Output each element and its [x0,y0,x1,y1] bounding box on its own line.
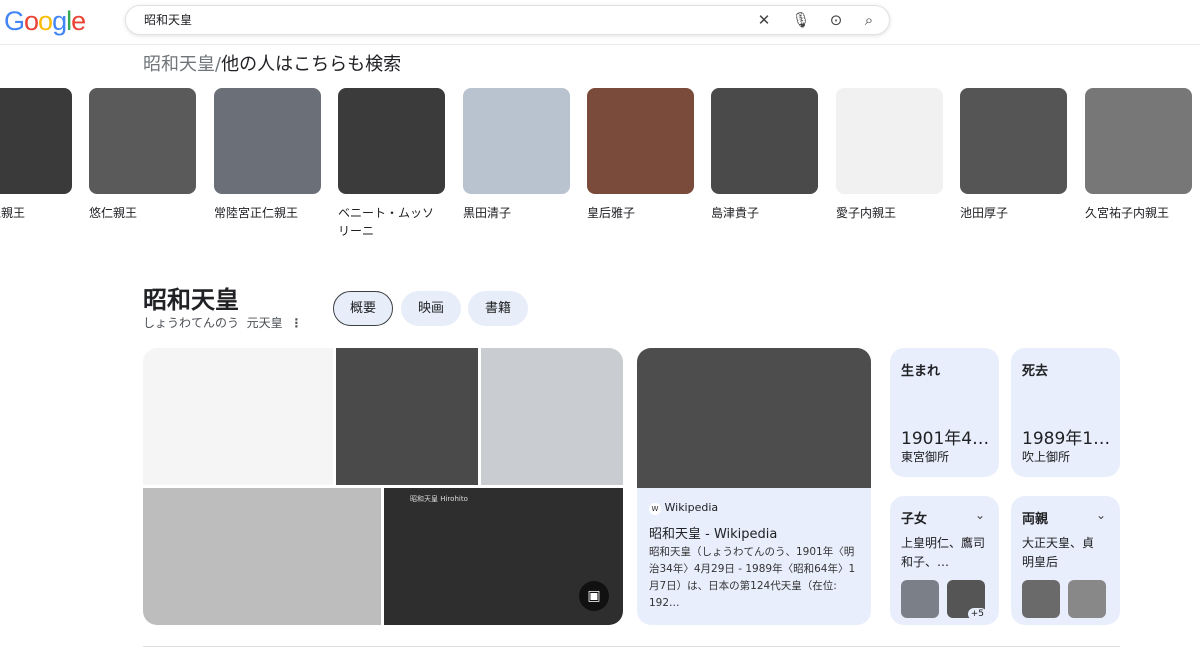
wiki-source: W Wikipedia [649,501,718,515]
person-name: 皇后雅子 [587,206,636,220]
children-label: 子女 [901,512,928,527]
died-label: 死去 [1022,364,1049,379]
tab-overview[interactable]: 概要 [333,291,393,326]
more-count-badge: +5 [967,608,987,620]
header: Google ✕ 🎙 ⊙ ⌕ [0,0,1200,45]
person-card[interactable]: 宮崇仁親王 [0,88,72,222]
wikipedia-icon: W [649,503,661,515]
person-name: 久宮祐子内親王 [1085,206,1170,220]
person-name: ベニート・ムッソリーニ [338,206,435,238]
divider [143,646,1120,647]
parent-thumbnail[interactable] [1068,580,1106,618]
person-card[interactable]: 愛子内親王 [836,88,943,222]
person-name: 愛子内親王 [836,206,897,220]
person-name: 常陸宮正仁親王 [214,206,299,220]
parents-card[interactable]: 両親 ⌄ 大正天皇、貞明皇后 [1011,496,1120,625]
children-value: 上皇明仁、鷹司和子、… [901,536,986,569]
died-card[interactable]: 死去 1989年1… 吹上御所 [1011,348,1120,477]
microphone-icon[interactable]: 🎙 [791,11,811,29]
died-place: 吹上御所 [1022,450,1071,464]
person-photo [338,88,445,194]
parents-label: 両親 [1022,512,1049,527]
title-query: 昭和天皇 [143,54,215,75]
search-icon[interactable]: ⌕ [859,11,879,29]
died-value: 1989年1… [1022,429,1111,449]
wiki-title[interactable]: 昭和天皇 - Wikipedia [649,523,777,542]
tab-books[interactable]: 書籍 [468,291,528,326]
person-photo [1085,88,1192,194]
entity-type: 元天皇 [246,316,283,330]
person-photo [463,88,570,194]
person-photo [0,88,72,194]
person-photo [711,88,818,194]
person-photo [214,88,321,194]
wikipedia-card[interactable]: W Wikipedia 昭和天皇 - Wikipedia 昭和天皇（しょうわてん… [637,348,871,625]
born-value: 1901年4… [901,429,990,449]
born-card[interactable]: 生まれ 1901年4… 東宮御所 [890,348,999,477]
image-overlay-text: 昭和天皇 Hirohito [410,495,468,503]
entity-title: 昭和天皇 [143,286,239,314]
wiki-source-name: Wikipedia [664,501,719,514]
person-photo [836,88,943,194]
search-box: ✕ 🎙 ⊙ ⌕ [125,5,890,35]
chevron-down-icon[interactable]: ⌄ [1096,508,1106,522]
person-photo [587,88,694,194]
person-card[interactable]: 池田厚子 [960,88,1067,222]
children-card[interactable]: 子女 ⌄ 上皇明仁、鷹司和子、… +5 [890,496,999,625]
google-logo[interactable]: Google [4,6,86,37]
person-card[interactable]: 久宮祐子内親王 [1085,88,1192,222]
image-blank[interactable] [143,348,333,485]
title-rest: 他の人はこちらも検索 [221,54,402,75]
search-input[interactable] [144,12,744,26]
child-thumbnail[interactable] [901,580,939,618]
person-card[interactable]: 島津貴子 [711,88,818,222]
person-photo [960,88,1067,194]
born-label: 生まれ [901,364,941,379]
tab-movies[interactable]: 映画 [401,291,461,326]
reading: しょうわてんのう [143,316,240,330]
wiki-image [637,348,871,488]
chevron-down-icon[interactable]: ⌄ [975,508,985,522]
more-options-icon[interactable]: ⋮ [290,316,302,330]
person-name: 黒田清子 [463,206,512,220]
person-card[interactable]: 黒田清子 [463,88,570,222]
person-name: 悠仁親王 [89,206,138,220]
person-photo [89,88,196,194]
image-couple[interactable] [481,348,623,485]
person-name: 宮崇仁親王 [0,206,26,220]
child-thumbnail[interactable]: +5 [947,580,987,620]
person-name: 島津貴子 [711,206,760,220]
image-waving[interactable]: 昭和天皇 Hirohito ▣ [384,488,623,625]
entity-subtitle: しょうわてんのう 元天皇 ⋮ [143,314,302,331]
parent-thumbnail[interactable] [1022,580,1060,618]
image-portrait[interactable] [336,348,478,485]
person-card[interactable]: ベニート・ムッソリーニ [338,88,445,240]
born-place: 東宮御所 [901,450,950,464]
person-card[interactable]: 悠仁親王 [89,88,196,222]
wiki-snippet: 昭和天皇（しょうわてんのう、1901年〈明治34年〉4月29日 - 1989年〈… [649,546,856,609]
image-gallery-icon[interactable]: ▣ [579,581,609,611]
clear-icon[interactable]: ✕ [754,11,774,29]
person-name: 池田厚子 [960,206,1009,220]
people-also-search-title: 昭和天皇/他の人はこちらも検索 [143,50,401,76]
person-card[interactable]: 常陸宮正仁親王 [214,88,321,222]
person-card[interactable]: 皇后雅子 [587,88,694,222]
parents-value: 大正天皇、貞明皇后 [1022,536,1095,569]
lens-icon[interactable]: ⊙ [826,11,846,29]
image-writing[interactable] [143,488,381,625]
